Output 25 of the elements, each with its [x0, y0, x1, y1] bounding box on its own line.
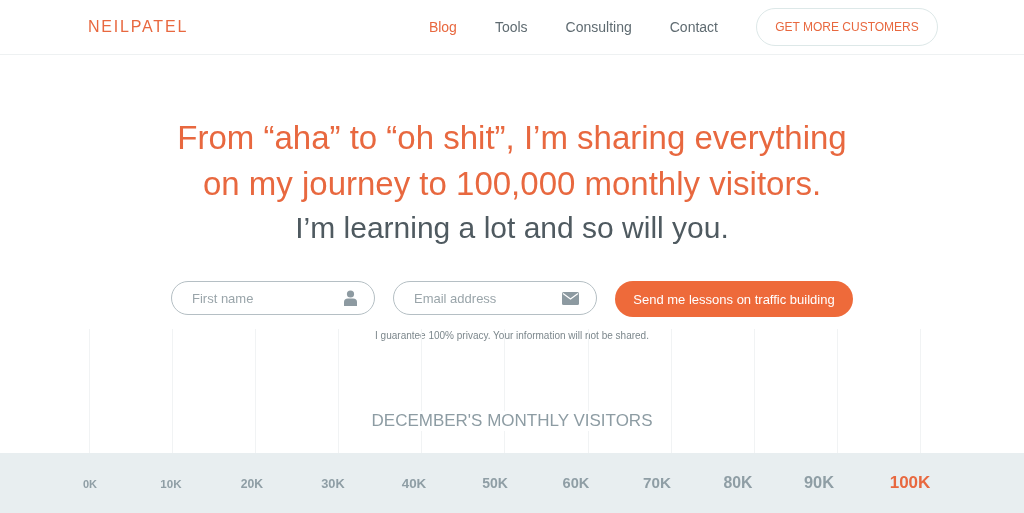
nav-link[interactable]: Consulting [565, 19, 632, 35]
scale-label: 60K [561, 475, 591, 491]
logo[interactable]: NEILPATEL [88, 18, 189, 36]
scale-label: 40K [400, 476, 428, 491]
headline: From “aha” to “oh shit”, I’m sharing everything on my journey to 100,000 monthly visitors. [177, 118, 847, 204]
scale-label: 10K [159, 477, 183, 490]
scale-label: 30K [320, 476, 346, 491]
scale-label: 90K [802, 473, 836, 492]
nav-link[interactable]: Blog [428, 19, 457, 35]
nav-link[interactable]: Contact [669, 19, 718, 35]
person-icon [344, 290, 357, 306]
scale-label: 70K [642, 474, 672, 491]
scale-label: 100K [888, 473, 932, 493]
scale-label: 80K [722, 474, 754, 492]
privacy-note: I guarantee 100% privacy. Your information will not be shared. [375, 330, 649, 341]
scale-label: 0K [81, 478, 99, 490]
get-customers-button[interactable]: GET MORE CUSTOMERS [756, 8, 938, 46]
visitors-title: DECEMBER'S MONTHLY VISITORS [371, 411, 653, 431]
submit-button[interactable]: Send me lessons on traffic building [615, 281, 853, 317]
email-field[interactable]: Email address [393, 281, 597, 315]
scale-label: 20K [239, 477, 265, 491]
nav-link[interactable]: Tools [494, 19, 528, 35]
subheadline: I’m learning a lot and so will you. [295, 211, 729, 245]
first-name-field[interactable]: First name [171, 281, 375, 315]
scale-label: 50K [481, 475, 509, 491]
